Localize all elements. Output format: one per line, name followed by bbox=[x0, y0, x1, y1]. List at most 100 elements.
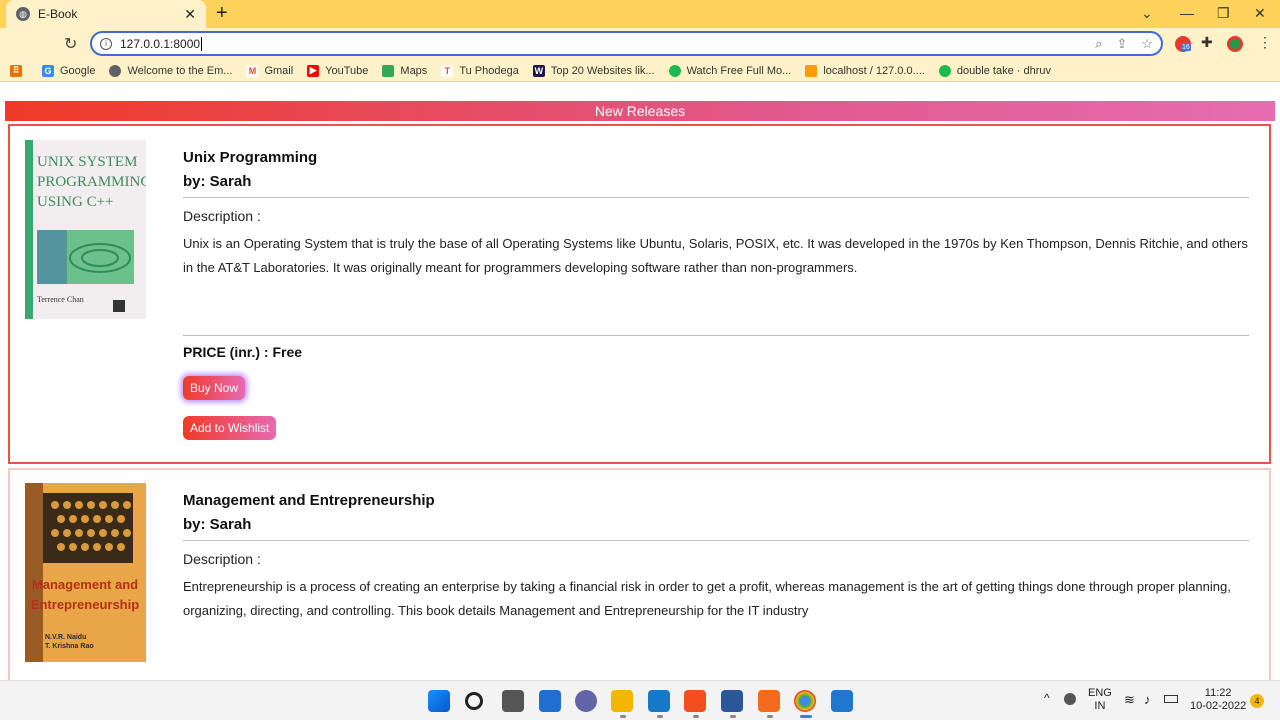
book-details: Unix Programming by: Sarah Description :… bbox=[183, 146, 1249, 280]
word-icon[interactable] bbox=[721, 690, 743, 712]
wifi-icon[interactable]: ≋ bbox=[1124, 693, 1135, 706]
address-bar[interactable]: i 127.0.0.1:8000 ⌕ ⇪ ☆ bbox=[90, 31, 1163, 56]
vscode-icon[interactable] bbox=[648, 690, 670, 712]
cover-author2: T. Krishna Rao bbox=[45, 643, 94, 650]
info-icon[interactable]: i bbox=[100, 37, 112, 50]
w-icon: W bbox=[532, 64, 545, 77]
bookmark-tu-phodega[interactable]: T Tu Phodega bbox=[441, 64, 519, 77]
book-price: PRICE (inr.) : Free bbox=[183, 344, 303, 360]
book-cover-image[interactable]: UNIX SYSTEM PROGRAMMING USING C++ Terren… bbox=[25, 140, 146, 319]
bookmark-star-icon[interactable]: ☆ bbox=[1141, 36, 1153, 52]
chrome-icon[interactable] bbox=[794, 690, 816, 712]
running-indicator bbox=[620, 715, 626, 718]
xampp-icon[interactable] bbox=[758, 690, 780, 712]
running-indicator bbox=[657, 715, 663, 718]
divider bbox=[183, 540, 1249, 541]
divider bbox=[183, 335, 1249, 336]
tab-close-icon[interactable]: ✕ bbox=[184, 6, 196, 23]
clock[interactable]: 11:22 10-02-2022 bbox=[1190, 687, 1246, 713]
bookmark-top20[interactable]: W Top 20 Websites lik... bbox=[532, 64, 655, 77]
task-view-icon[interactable] bbox=[502, 690, 524, 712]
extension-badge-icon[interactable]: 16 bbox=[1175, 36, 1191, 52]
bookmark-spotify[interactable]: double take · dhruv bbox=[938, 64, 1051, 77]
book-author: by: Sarah bbox=[183, 173, 252, 190]
file-explorer-icon[interactable] bbox=[611, 690, 633, 712]
globe-icon bbox=[109, 64, 122, 77]
zoom-icon[interactable]: ⌕ bbox=[1095, 36, 1102, 52]
language-indicator[interactable]: ENG IN bbox=[1088, 687, 1112, 713]
bookmark-maps[interactable]: Maps bbox=[382, 64, 427, 77]
page-viewport: New Releases UNIX SYSTEM PROGRAMMING USI… bbox=[0, 83, 1280, 680]
phpmyadmin-icon bbox=[805, 64, 818, 77]
tu-phodega-icon: T bbox=[441, 64, 454, 77]
share-icon[interactable]: ⇪ bbox=[1116, 36, 1127, 52]
notepad-icon[interactable] bbox=[831, 690, 853, 712]
tray-chevron-icon[interactable]: ^ bbox=[1044, 692, 1050, 705]
running-indicator bbox=[730, 715, 736, 718]
menu-kebab-icon[interactable]: ⋮ bbox=[1258, 34, 1272, 51]
url-text: 127.0.0.1:8000 bbox=[120, 36, 201, 51]
taskbar: ^ ENG IN ≋ ♪ 11:22 10-02-2022 4 bbox=[0, 680, 1280, 720]
cover-line1: UNIX SYSTEM bbox=[37, 154, 137, 170]
spotify-icon bbox=[938, 64, 951, 77]
book-card: Management and Entrepreneurship N.V.R. N… bbox=[8, 468, 1271, 680]
tab-title: E-Book bbox=[38, 7, 78, 21]
volume-icon[interactable]: ♪ bbox=[1144, 693, 1151, 706]
buy-now-button[interactable]: Buy Now bbox=[183, 376, 246, 400]
cover-author1: N.V.R. Naidu bbox=[45, 634, 86, 641]
book-title: Unix Programming bbox=[183, 149, 318, 166]
google-icon: G bbox=[42, 64, 54, 77]
cover-author: Terrence Chan bbox=[37, 295, 84, 304]
add-to-wishlist-button[interactable]: Add to Wishlist bbox=[183, 416, 277, 440]
bookmark-gmail[interactable]: M Gmail bbox=[246, 64, 293, 77]
maps-icon bbox=[382, 64, 395, 77]
cover-line3: USING C++ bbox=[37, 194, 114, 210]
bookmark-welcome[interactable]: Welcome to the Em... bbox=[109, 64, 232, 77]
book-author: by: Sarah bbox=[183, 516, 252, 533]
cover-line2: Entrepreneurship bbox=[31, 597, 139, 612]
description-text: Unix is an Operating System that is trul… bbox=[183, 236, 1248, 275]
book-details: Management and Entrepreneurship by: Sara… bbox=[183, 489, 1249, 623]
divider bbox=[183, 197, 1249, 198]
close-window-icon[interactable]: ✕ bbox=[1254, 5, 1266, 22]
bookmark-youtube[interactable]: ▶ YouTube bbox=[307, 64, 368, 77]
description-label: Description : bbox=[183, 551, 261, 567]
tab-ebook[interactable]: ◍ E-Book ✕ bbox=[6, 0, 206, 28]
minimize-icon[interactable]: — bbox=[1180, 5, 1194, 21]
teams-chat-icon[interactable] bbox=[575, 690, 597, 712]
notification-badge[interactable]: 4 bbox=[1250, 694, 1264, 708]
tab-search-icon[interactable]: ⌄ bbox=[1141, 5, 1153, 22]
extensions-puzzle-icon[interactable]: ✚ bbox=[1201, 34, 1213, 51]
windows-start-icon[interactable] bbox=[428, 690, 450, 712]
browser-toolbar: ↻ i 127.0.0.1:8000 ⌕ ⇪ ☆ 16 ✚ ⋮ bbox=[0, 28, 1280, 60]
youtube-icon: ▶ bbox=[307, 64, 320, 77]
active-indicator bbox=[800, 715, 812, 718]
book-title: Management and Entrepreneurship bbox=[183, 492, 435, 509]
widgets-icon[interactable] bbox=[539, 690, 561, 712]
apps-icon[interactable]: ⠿ bbox=[10, 64, 28, 77]
book-cover-image[interactable]: Management and Entrepreneurship N.V.R. N… bbox=[25, 483, 146, 662]
brave-icon[interactable] bbox=[684, 690, 706, 712]
bookmark-localhost[interactable]: localhost / 127.0.0.... bbox=[805, 64, 925, 77]
description-text: Entrepreneurship is a process of creatin… bbox=[183, 579, 1231, 618]
description-label: Description : bbox=[183, 208, 261, 224]
restore-icon[interactable]: ❐ bbox=[1217, 5, 1230, 22]
cover-line2: PROGRAMMING bbox=[37, 174, 146, 190]
new-tab-button[interactable]: + bbox=[216, 3, 228, 23]
bookmark-watch[interactable]: Watch Free Full Mo... bbox=[668, 64, 791, 77]
running-indicator bbox=[767, 715, 773, 718]
cover-line1: Management and bbox=[32, 577, 138, 592]
section-title: New Releases bbox=[5, 101, 1275, 121]
bookmarks-bar: ⠿ G Google Welcome to the Em... M Gmail ▶ Y… bbox=[0, 60, 1280, 82]
extension-badge-count: 16 bbox=[1181, 44, 1191, 51]
battery-icon[interactable] bbox=[1164, 695, 1178, 703]
watch-icon bbox=[668, 64, 681, 77]
tab-strip: ◍ E-Book ✕ + ⌄ — ❐ ✕ bbox=[0, 0, 1280, 28]
tray-app-icon[interactable] bbox=[1064, 693, 1076, 705]
search-icon[interactable] bbox=[465, 692, 483, 710]
reload-icon[interactable]: ↻ bbox=[64, 34, 77, 54]
gmail-icon: M bbox=[246, 64, 259, 77]
globe-icon: ◍ bbox=[16, 7, 30, 21]
bookmark-google[interactable]: G Google bbox=[42, 64, 95, 77]
profile-avatar[interactable] bbox=[1227, 36, 1243, 52]
